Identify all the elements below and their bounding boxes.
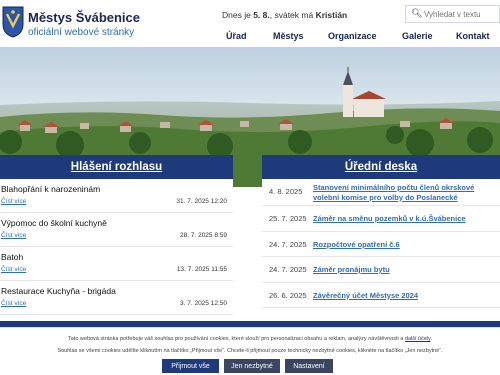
list-item[interactable]: Batoh Číst více 13. 7. 2025 11:55 <box>0 247 233 281</box>
read-more-link[interactable]: Číst více <box>1 198 26 205</box>
nameday-name: Kristián <box>315 10 348 20</box>
today-middle: , svátek má <box>269 10 314 20</box>
cookie-text-line1: Tato webová stránka potřebuje váš souhla… <box>67 336 433 342</box>
today-date: 5. 8. <box>253 10 270 20</box>
site-header: Městys Švábenice oficiální webové stránk… <box>0 0 500 47</box>
notice-row[interactable]: 26. 6. 2025 Závěrečný účet Městyse 2024 <box>262 283 500 308</box>
nav-item-urad[interactable]: Úřad <box>226 31 247 41</box>
announcement-date: 3. 7. 2025 12:50 <box>180 300 227 307</box>
notice-board-title[interactable]: Úřední deska <box>345 161 417 173</box>
notice-link[interactable]: Závěrečný účet Městyse 2024 <box>313 291 493 301</box>
search-icon[interactable]: 🔍︎ <box>411 8 422 19</box>
cookie-text: Tato webová stránka potřebuje váš souhla… <box>67 336 404 342</box>
nav-item-organizace[interactable]: Organizace <box>328 31 377 41</box>
announcement-title[interactable]: Restaurace Kuchyňa - brigáda <box>1 286 116 296</box>
notice-date: 4. 8. 2025 <box>269 187 303 196</box>
notice-date: 24. 7. 2025 <box>269 265 307 274</box>
announcement-title[interactable]: Blahopřání k narozeninám <box>1 184 100 194</box>
announcement-title[interactable]: Batoh <box>1 252 23 262</box>
necessary-only-cookies-button[interactable]: Jen nezbytné <box>224 359 280 373</box>
notice-row[interactable]: 24. 7. 2025 Rozpočtové opatření č.6 <box>262 232 500 257</box>
today-info: Dnes je 5. 8., svátek má Kristián <box>222 10 347 20</box>
announcement-title[interactable]: Výpomoc do školní kuchyně <box>1 218 107 228</box>
accept-all-cookies-button[interactable]: Přijmout vše <box>162 359 219 373</box>
nav-item-kontakt[interactable]: Kontakt <box>456 31 490 41</box>
notice-row[interactable]: 25. 7. 2025 Záměr na směnu pozemků v k.ú… <box>262 206 500 232</box>
notice-date: 24. 7. 2025 <box>269 239 307 249</box>
church <box>343 67 386 117</box>
site-title[interactable]: Městys Švábenice <box>28 10 140 25</box>
list-item[interactable]: Výpomoc do školní kuchyně Číst více 28. … <box>0 213 233 247</box>
coat-of-arms-logo[interactable] <box>2 6 24 38</box>
notice-link[interactable]: Stanovení minimálního počtu členů okrsko… <box>313 183 493 202</box>
notice-row[interactable]: 24. 7. 2025 Záměr pronájmu bytu <box>262 257 500 283</box>
read-more-link[interactable]: Číst více <box>1 266 26 273</box>
today-prefix: Dnes je <box>222 10 251 20</box>
cookie-text-line2: Souhlas se všemi cookies udělíte kliknut… <box>57 348 443 354</box>
panel-heading[interactable]: Hlášení rozhlasu <box>0 155 233 179</box>
announcement-date: 31. 7. 2025 12:20 <box>176 198 227 205</box>
official-notice-board-panel: Úřední deska 4. 8. 2025 Stanovení minimá… <box>262 155 500 335</box>
announcement-date: 13. 7. 2025 11:55 <box>176 266 227 273</box>
notice-link[interactable]: Záměr pronájmu bytu <box>313 265 493 275</box>
nav-item-galerie[interactable]: Galerie <box>402 31 433 41</box>
cookie-settings-button[interactable]: Nastavení <box>285 359 333 373</box>
notice-link[interactable]: Rozpočtové opatření č.6 <box>313 240 493 250</box>
read-more-link[interactable]: Číst více <box>1 300 26 307</box>
notice-date: 26. 6. 2025 <box>269 290 307 300</box>
site-subtitle: oficiální webové stránky <box>28 27 135 38</box>
cookie-more-link[interactable]: další účely <box>405 336 431 342</box>
search-box[interactable]: 🔍︎ <box>405 5 500 23</box>
radio-announcements-panel: Hlášení rozhlasu Blahopřání k narozeniná… <box>0 155 233 335</box>
announcement-date: 28. 7. 2025 8:59 <box>180 232 227 239</box>
nav-item-mestys[interactable]: Městys <box>273 31 304 41</box>
cookie-consent-bar: Tato webová stránka potřebuje váš souhla… <box>0 327 500 375</box>
notice-date: 25. 7. 2025 <box>269 214 307 223</box>
list-item[interactable]: Blahopřání k narozeninám Číst více 31. 7… <box>0 179 233 213</box>
read-more-link[interactable]: Číst více <box>1 232 26 239</box>
notice-link[interactable]: Záměr na směnu pozemků v k.ú.Švábenice <box>313 214 493 224</box>
panel-heading[interactable]: Úřední deska <box>262 155 500 179</box>
notice-row[interactable]: 4. 8. 2025 Stanovení minimálního počtu č… <box>262 179 500 206</box>
radio-announcements-title[interactable]: Hlášení rozhlasu <box>71 161 162 173</box>
search-input[interactable] <box>424 8 498 20</box>
list-item[interactable]: Restaurace Kuchyňa - brigáda Číst více 3… <box>0 281 233 315</box>
